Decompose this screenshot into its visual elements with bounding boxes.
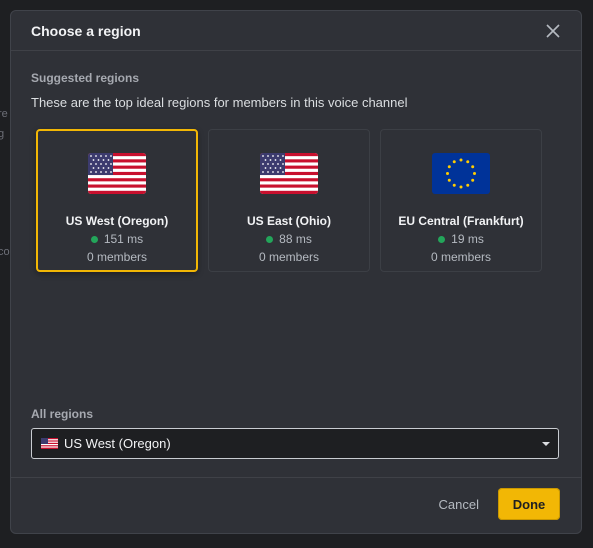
region-members: 0 members — [430, 250, 492, 264]
region-select-value: US West (Oregon) — [64, 436, 171, 451]
region-card-us-west[interactable]: US West (Oregon) 151 ms 0 members — [36, 129, 198, 272]
cancel-button[interactable]: Cancel — [439, 497, 479, 512]
region-name: US West (Oregon) — [65, 214, 169, 228]
modal-header: Choose a region — [11, 11, 581, 51]
region-modal: Choose a region Suggested regions These … — [10, 10, 582, 534]
region-name: US East (Ohio) — [246, 214, 331, 228]
ping-status-dot — [90, 235, 98, 243]
done-button[interactable]: Done — [498, 488, 560, 520]
background-text-fragment: re — [0, 108, 8, 120]
all-regions-label: All regions — [31, 407, 94, 421]
region-ping: 151 ms — [90, 232, 144, 246]
ping-value: 88 ms — [279, 232, 312, 246]
region-ping: 19 ms — [438, 232, 484, 246]
region-ping: 88 ms — [266, 232, 312, 246]
suggested-regions-description: These are the top ideal regions for memb… — [31, 95, 408, 110]
region-members: 0 members — [86, 250, 148, 264]
region-card-us-east[interactable]: US East (Ohio) 88 ms 0 members — [208, 129, 370, 272]
close-icon[interactable] — [545, 23, 561, 39]
chevron-down-icon — [542, 442, 550, 446]
ping-status-dot — [438, 235, 446, 243]
background-text-fragment: g — [0, 128, 5, 140]
ping-value: 151 ms — [103, 232, 144, 246]
ping-status-dot — [266, 235, 274, 243]
modal-title: Choose a region — [31, 22, 141, 39]
eu-flag-icon — [432, 153, 490, 194]
region-members: 0 members — [258, 250, 320, 264]
modal-body: Suggested regions These are the top idea… — [11, 51, 581, 272]
region-name: EU Central (Frankfurt) — [398, 214, 524, 228]
background-text-fragment: co — [0, 246, 10, 258]
region-select[interactable]: US West (Oregon) — [31, 428, 559, 459]
us-flag-icon — [41, 438, 58, 449]
modal-footer: Cancel Done — [11, 477, 581, 533]
region-card-eu-central[interactable]: EU Central (Frankfurt) 19 ms 0 members — [380, 129, 542, 272]
ping-value: 19 ms — [451, 232, 484, 246]
suggested-regions-label: Suggested regions — [31, 71, 140, 85]
us-flag-icon — [88, 153, 146, 194]
us-flag-icon — [260, 153, 318, 194]
region-cards: US West (Oregon) 151 ms 0 members US Eas… — [36, 129, 561, 272]
